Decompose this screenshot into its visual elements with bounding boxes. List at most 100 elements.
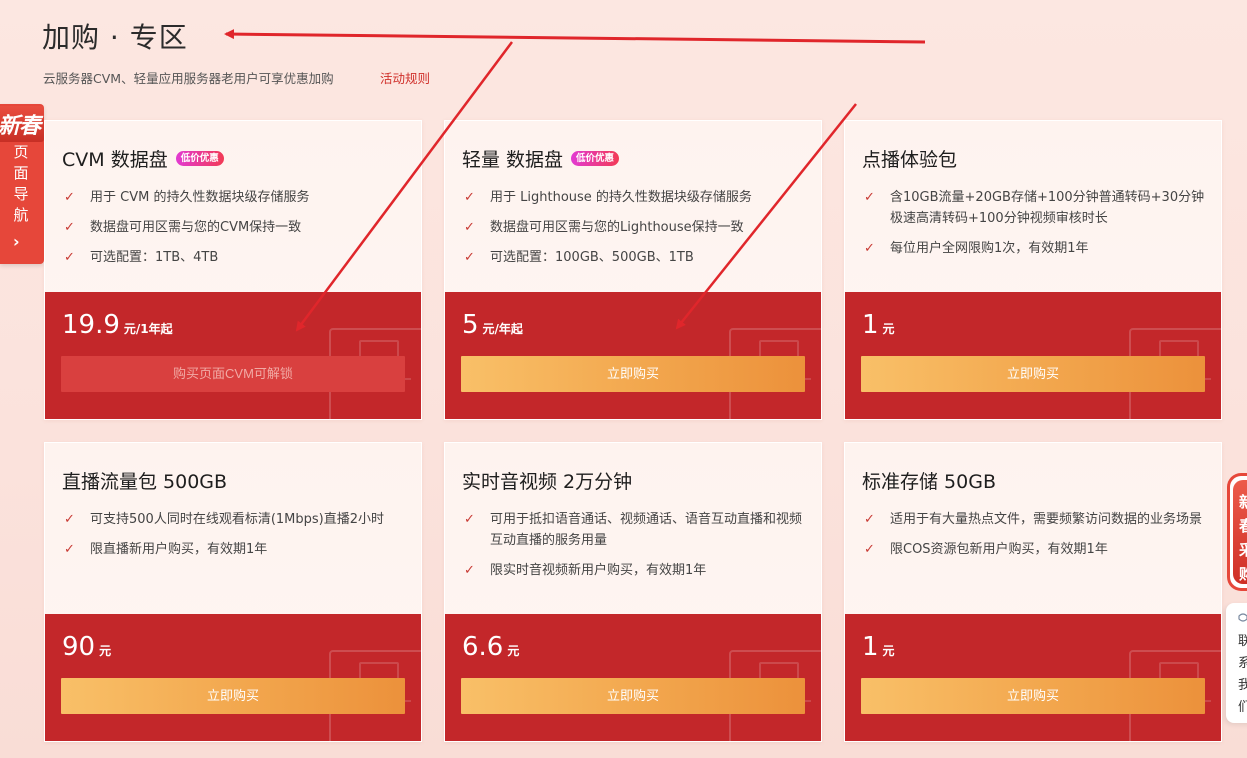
feature-item: ✓ 数据盘可用区需与您的CVM保持一致 [62,217,407,238]
feature-item: ✓ 限COS资源包新用户购买，有效期1年 [862,539,1207,560]
activity-rules-link[interactable]: 活动规则 [380,68,430,87]
feature-text: 用于 CVM 的持久性数据块级存储服务 [90,190,310,205]
card-title-text: 直播流量包 500GB [62,471,228,493]
card-title: 轻量 数据盘 低价优惠 [462,145,620,172]
feature-list: ✓ 用于 CVM 的持久性数据块级存储服务 ✓ 数据盘可用区需与您的CVM保持一致 … [62,187,407,277]
card-info: 直播流量包 500GB ✓ 可支持500人同时在线观看标清(1Mbps)直播2小时… [45,443,421,614]
float-badge-char: 新 [1239,490,1247,514]
price-value: 1 [862,632,879,662]
float-badge-char: 购 [1239,562,1247,586]
page-nav-char: 页 [13,143,29,161]
card-price-panel: 19.9 元/1年起 购买页面CVM可解锁 [45,292,421,419]
feature-item: ✓ 用于 CVM 的持久性数据块级存储服务 [62,187,407,208]
price-value: 1 [862,310,879,340]
feature-list: ✓ 含10GB流量+20GB存储+100分钟普通转码+30分钟极速高清转码+100… [862,187,1207,268]
price-unit: 元/年起 [482,322,523,336]
feature-text: 用于 Lighthouse 的持久性数据块级存储服务 [490,190,752,205]
feature-item: ✓ 可选配置：1TB、4TB [62,247,407,268]
spring-festival-badge: 新春 [0,106,45,142]
check-icon: ✓ [64,512,75,527]
discount-tag: 低价优惠 [175,151,224,166]
price-unit: 元 [99,644,112,658]
feature-text: 数据盘可用区需与您的CVM保持一致 [90,220,302,235]
card-price-panel: 1元 立即购买 [845,292,1221,419]
check-icon: ✓ [864,512,875,527]
chat-icon [1238,609,1247,631]
buy-now-button[interactable]: 立即购买 [61,678,405,714]
card-info: 实时音视频 2万分钟 ✓ 可用于抵扣语音通话、视频通话、语音互动直播和视频互动直播… [445,443,821,614]
product-card-live-traffic: 直播流量包 500GB ✓ 可支持500人同时在线观看标清(1Mbps)直播2小时… [44,442,422,742]
buy-now-button[interactable]: 立即购买 [461,356,805,392]
feature-text: 可选配置：1TB、4TB [90,250,219,265]
buy-now-button[interactable]: 立即购买 [461,678,805,714]
price-unit: 元 [882,322,895,336]
contact-us-float[interactable]: 联 系 我 们 [1226,603,1247,723]
feature-item: ✓ 每位用户全网限购1次，有效期1年 [862,238,1207,259]
price-unit: 元 [882,644,895,658]
page-nav-char: 导 [13,185,29,203]
contact-char: 们 [1238,700,1247,715]
check-icon: ✓ [864,190,875,205]
card-price-panel: 1元 立即购买 [845,614,1221,741]
check-icon: ✓ [864,542,875,557]
price: 6.6 元 [462,632,519,662]
section-title: 加购 · 专区 [42,21,188,54]
buy-now-button[interactable]: 立即购买 [861,678,1205,714]
feature-item: ✓ 数据盘可用区需与您的Lighthouse保持一致 [462,217,807,238]
card-title-text: CVM 数据盘 [62,149,168,171]
float-badge-char: 采 [1239,538,1247,562]
check-icon: ✓ [64,190,75,205]
card-info: 标准存储 50GB ✓ 适用于有大量热点文件，需要频繁访问数据的业务场景 ✓ 限CO… [845,443,1221,614]
check-icon: ✓ [464,563,475,578]
feature-text: 可选配置：100GB、500GB、1TB [490,250,694,265]
product-card-vod-trial: 点播体验包 ✓ 含10GB流量+20GB存储+100分钟普通转码+30分钟极速高清… [844,120,1222,420]
check-icon: ✓ [464,250,475,265]
spring-purchase-float-badge[interactable]: 新 春 采 购 [1227,473,1247,591]
card-title: 实时音视频 2万分钟 [462,467,632,494]
page-nav-label: 页 面 导 航 [12,142,30,226]
product-card-lighthouse-disk: 轻量 数据盘 低价优惠 ✓ 用于 Lighthouse 的持久性数据块级存储服务 … [444,120,822,420]
feature-text: 限COS资源包新用户购买，有效期1年 [890,542,1108,557]
feature-text: 限实时音视频新用户购买，有效期1年 [490,563,707,578]
price-value: 90 [62,632,96,662]
feature-text: 适用于有大量热点文件，需要频繁访问数据的业务场景 [890,512,1203,527]
feature-text: 数据盘可用区需与您的Lighthouse保持一致 [490,220,744,235]
price: 1元 [862,632,895,662]
card-title: 直播流量包 500GB [62,467,227,494]
float-badge-char: 春 [1239,514,1247,538]
feature-item: ✓ 含10GB流量+20GB存储+100分钟普通转码+30分钟极速高清转码+100… [862,187,1207,229]
price-unit: 元/1年起 [123,322,173,336]
feature-text: 可用于抵扣语音通话、视频通话、语音互动直播和视频互动直播的服务用量 [490,512,803,548]
buy-now-button[interactable]: 立即购买 [861,356,1205,392]
page-nav-char: 面 [13,164,29,182]
feature-list: ✓ 可用于抵扣语音通话、视频通话、语音互动直播和视频互动直播的服务用量 ✓ 限实时音… [462,509,807,590]
section-subtitle: 云服务器CVM、轻量应用服务器老用户可享优惠加购 [43,71,334,86]
product-card-trtc: 实时音视频 2万分钟 ✓ 可用于抵扣语音通话、视频通话、语音互动直播和视频互动直播… [444,442,822,742]
check-icon: ✓ [464,220,475,235]
check-icon: ✓ [64,542,75,557]
card-price-panel: 90 元 立即购买 [45,614,421,741]
chevron-right-icon: › [13,232,20,251]
check-icon: ✓ [864,241,875,256]
feature-text: 每位用户全网限购1次，有效期1年 [890,241,1089,256]
feature-text: 限直播新用户购买，有效期1年 [90,542,268,557]
price-unit: 元 [507,644,520,658]
product-card-cos-storage: 标准存储 50GB ✓ 适用于有大量热点文件，需要频繁访问数据的业务场景 ✓ 限CO… [844,442,1222,742]
card-info: 轻量 数据盘 低价优惠 ✓ 用于 Lighthouse 的持久性数据块级存储服务 … [445,121,821,292]
price: 1元 [862,310,895,340]
feature-item: ✓ 限直播新用户购买，有效期1年 [62,539,407,560]
feature-item: ✓ 用于 Lighthouse 的持久性数据块级存储服务 [462,187,807,208]
card-title: CVM 数据盘 低价优惠 [62,145,224,172]
feature-item: ✓ 限实时音视频新用户购买，有效期1年 [462,560,807,581]
card-title-text: 实时音视频 2万分钟 [462,471,633,493]
unlock-button[interactable]: 购买页面CVM可解锁 [61,356,405,392]
price: 5 元/年起 [462,310,523,340]
card-price-panel: 6.6 元 立即购买 [445,614,821,741]
price: 90 元 [62,632,111,662]
feature-list: ✓ 适用于有大量热点文件，需要频繁访问数据的业务场景 ✓ 限COS资源包新用户购买，… [862,509,1207,569]
page-nav-tab[interactable]: 新春 页 面 导 航 › [0,104,45,264]
card-title-text: 轻量 数据盘 [462,149,564,171]
card-price-panel: 5 元/年起 立即购买 [445,292,821,419]
price-value: 5 [462,310,479,340]
feature-list: ✓ 可支持500人同时在线观看标清(1Mbps)直播2小时 ✓ 限直播新用户购买，有… [62,509,407,569]
